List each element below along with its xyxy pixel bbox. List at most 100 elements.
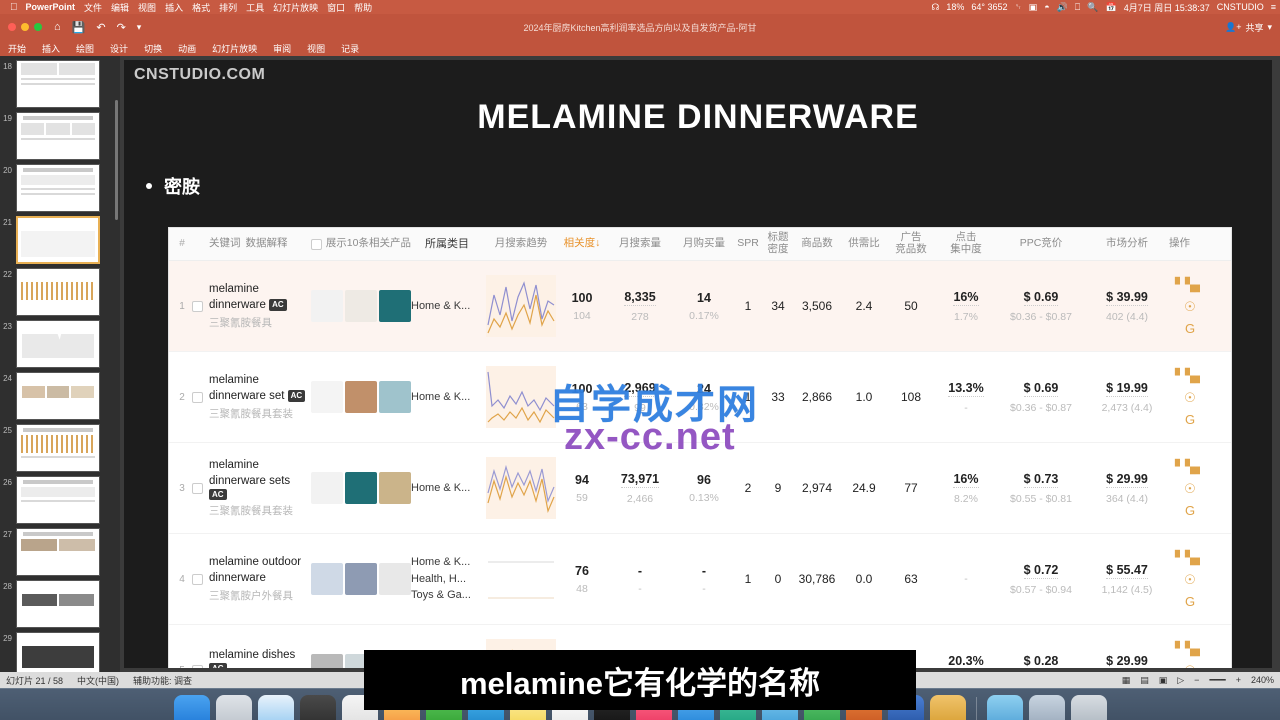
apple-icon[interactable]:  <box>10 2 18 13</box>
zoom-level[interactable]: 240% <box>1251 675 1274 685</box>
product-image[interactable] <box>345 381 377 413</box>
tab-view[interactable]: 视图 <box>307 42 325 55</box>
menu-user-name[interactable]: CNSTUDIO <box>1217 2 1264 12</box>
tab-review[interactable]: 审阅 <box>273 42 291 55</box>
category-item[interactable]: Home & K... <box>411 554 483 571</box>
product-image[interactable] <box>345 290 377 322</box>
menu-app-name[interactable]: PowerPoint <box>26 2 76 12</box>
action-cell[interactable]: ▘▚▖ ☉ G <box>1169 642 1211 669</box>
thumbnail-item[interactable]: 19 <box>0 112 120 160</box>
header-spr[interactable]: SPR <box>733 237 763 250</box>
slide-thumbnail-panel[interactable]: 18 19 20 21 22 23 24 25 26 27 28 29 <box>0 56 120 672</box>
calendar-icon[interactable]: 📅 <box>1105 2 1116 13</box>
downloads-icon[interactable] <box>1028 694 1065 720</box>
product-image-list[interactable] <box>311 381 411 413</box>
trend-cell[interactable] <box>483 275 559 337</box>
thumbnail-item[interactable]: 18 <box>0 60 120 108</box>
language-indicator[interactable]: 中文(中国) <box>77 674 119 687</box>
bluetooth-icon[interactable]: ␋ <box>1014 2 1021 13</box>
table-row[interactable]: 3 melamine dinnerware sets AC 三聚氰胺餐具套装 H… <box>169 443 1231 534</box>
sorter-view-icon[interactable]: ▤ <box>1140 675 1149 686</box>
trend-cell[interactable] <box>483 548 559 610</box>
header-ad-count[interactable]: 广告 竞品数 <box>887 231 935 256</box>
thumbnail-preview[interactable] <box>16 112 100 160</box>
more-circle-icon[interactable]: ☉ <box>1184 664 1196 669</box>
category-item[interactable]: Home & K... <box>411 480 483 497</box>
action-cell[interactable]: ▘▚▖ ☉ G <box>1169 369 1211 426</box>
product-image[interactable] <box>311 654 343 668</box>
accessibility-status[interactable]: 辅助功能: 调查 <box>133 674 192 687</box>
row-checkbox[interactable] <box>191 573 203 585</box>
row-checkbox[interactable] <box>191 664 203 668</box>
header-ppc-bid[interactable]: PPC竞价 <box>997 237 1085 250</box>
zoom-slider[interactable]: ━━━ <box>1209 675 1225 686</box>
thumbnail-preview[interactable] <box>16 164 100 212</box>
finder-icon[interactable] <box>173 694 210 720</box>
action-cell[interactable]: ▘▚▖ ☉ G <box>1169 551 1211 608</box>
product-image[interactable] <box>311 381 343 413</box>
google-icon[interactable]: G <box>1185 413 1195 426</box>
display-icon[interactable]: ▣ <box>1029 2 1038 13</box>
undo-icon[interactable]: ↶ <box>96 21 105 34</box>
product-image-list[interactable] <box>311 472 411 504</box>
thumbnail-preview[interactable] <box>16 580 100 628</box>
table-row[interactable]: 4 melamine outdoor dinnerware 三聚氰胺户外餐具 H… <box>169 534 1231 625</box>
header-goods-count[interactable]: 商品数 <box>793 237 841 250</box>
keyword-text[interactable]: melamine dinnerware <box>209 283 266 310</box>
minimize-window-button[interactable] <box>21 23 29 31</box>
tab-slideshow[interactable]: 幻灯片放映 <box>212 42 257 55</box>
more-circle-icon[interactable]: ☉ <box>1184 482 1196 495</box>
battery-percent[interactable]: 18% <box>946 2 964 12</box>
keyword-cell[interactable]: melamine dishes AC 三聚氰胺餐具 <box>205 648 311 668</box>
bar-chart-icon[interactable]: ▘▚▖ <box>1175 369 1205 382</box>
folder-icon[interactable] <box>986 694 1023 720</box>
thumbnail-preview[interactable] <box>16 60 100 108</box>
product-image[interactable] <box>345 563 377 595</box>
thumbnail-item[interactable]: 22 <box>0 268 120 316</box>
tab-home[interactable]: 开始 <box>8 42 26 55</box>
launchpad-icon[interactable] <box>215 694 252 720</box>
keyword-text[interactable]: melamine dishes <box>209 648 311 663</box>
google-icon[interactable]: G <box>1185 504 1195 517</box>
action-cell[interactable]: ▘▚▖ ☉ G <box>1169 460 1211 517</box>
category-item[interactable]: Toys & Ga... <box>411 587 483 604</box>
more-circle-icon[interactable]: ☉ <box>1184 391 1196 404</box>
menu-item-arrange[interactable]: 排列 <box>219 1 237 14</box>
google-icon[interactable]: G <box>1185 595 1195 608</box>
category-cell[interactable]: Home & K... Health, H... Toys & Ga... <box>411 554 483 604</box>
maximize-window-button[interactable] <box>34 23 42 31</box>
share-button[interactable]: 👤+ 共享 ▾ <box>1225 21 1272 34</box>
trash-icon[interactable] <box>1070 694 1107 720</box>
thumbnail-item[interactable]: 27 <box>0 528 120 576</box>
thumbnail-preview[interactable] <box>16 476 100 524</box>
header-title-density[interactable]: 标题 密度 <box>763 231 793 256</box>
thumbnail-scrollbar[interactable] <box>115 100 118 220</box>
thumbnail-item-selected[interactable]: 21 <box>0 216 120 264</box>
current-slide[interactable]: CNSTUDIO.COM MELAMINE DINNERWARE 密胺 # 关键… <box>124 60 1272 668</box>
row-checkbox[interactable] <box>191 482 203 494</box>
more-circle-icon[interactable]: ☉ <box>1184 573 1196 586</box>
keyword-cell[interactable]: melamine dinnerware set AC 三聚氰胺餐具套装 <box>205 373 311 420</box>
show-related-checkbox[interactable] <box>311 238 322 250</box>
thumbnail-item[interactable]: 23 <box>0 320 120 368</box>
more-circle-icon[interactable]: ☉ <box>1184 300 1196 313</box>
save-icon[interactable]: 💾 <box>72 21 86 34</box>
category-item[interactable]: Home & K... <box>411 298 483 315</box>
product-image[interactable] <box>379 563 411 595</box>
product-image[interactable] <box>345 472 377 504</box>
tab-draw[interactable]: 绘图 <box>76 42 94 55</box>
thumbnail-preview[interactable] <box>16 424 100 472</box>
wifi-icon[interactable]: ◓ <box>1044 2 1049 12</box>
product-image[interactable] <box>379 472 411 504</box>
normal-view-icon[interactable]: ▦ <box>1122 675 1131 686</box>
header-data-explain[interactable]: 数据解释 <box>246 237 288 250</box>
thumbnail-item[interactable]: 26 <box>0 476 120 524</box>
category-item[interactable]: Health, H... <box>411 571 483 588</box>
menu-item-tools[interactable]: 工具 <box>246 1 264 14</box>
menu-item-format[interactable]: 格式 <box>192 1 210 14</box>
table-row[interactable]: 1 melamine dinnerware AC 三聚氰胺餐具 Home & K… <box>169 261 1231 352</box>
table-row[interactable]: 2 melamine dinnerware set AC 三聚氰胺餐具套装 Ho… <box>169 352 1231 443</box>
keyword-cell[interactable]: melamine dinnerware AC 三聚氰胺餐具 <box>205 282 311 329</box>
menu-datetime[interactable]: 4月7日 周日 15:38:37 <box>1124 1 1210 14</box>
menu-item-file[interactable]: 文件 <box>84 1 102 14</box>
